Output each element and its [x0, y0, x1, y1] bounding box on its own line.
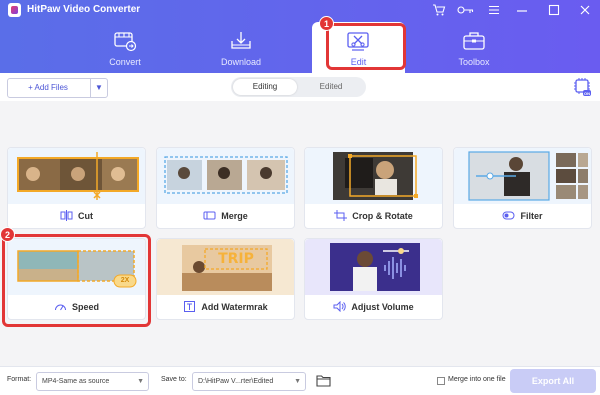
crop-preview	[333, 152, 418, 200]
merge-label-text: Merge	[221, 211, 248, 221]
crop-icon	[334, 210, 348, 221]
add-files-label[interactable]: + Add Files	[8, 79, 88, 97]
tab-convert[interactable]: Convert	[77, 22, 173, 73]
save-to-select[interactable]: D:\HitPaw V...rter\Edited ▼	[192, 372, 306, 391]
volume-label-text: Adjust Volume	[351, 302, 414, 312]
tab-convert-label: Convert	[109, 57, 141, 67]
menu-icon[interactable]	[487, 3, 501, 17]
volume-label: Adjust Volume	[305, 301, 442, 315]
annotation-badge-2: 2	[0, 227, 15, 242]
watermark-thumbnail: TRIP	[157, 239, 294, 295]
convert-icon	[114, 32, 137, 52]
crop-rotate-label: Crop & Rotate	[305, 210, 442, 224]
cut-preview	[17, 152, 139, 200]
minimize-icon[interactable]	[515, 3, 529, 17]
crop-rotate-card[interactable]: Crop & Rotate	[304, 147, 443, 229]
chevron-down-icon: ▼	[137, 378, 144, 385]
title-bar: HitPaw Video Converter Convert Download	[0, 0, 600, 73]
export-all-button[interactable]: Export All	[510, 369, 596, 393]
tab-download-label: Download	[220, 57, 262, 67]
crop-label-text: Crop & Rotate	[352, 211, 413, 221]
chevron-down-icon: ▼	[294, 378, 301, 385]
format-value: MP4-Same as source	[42, 378, 110, 385]
filter-card[interactable]: Filter	[453, 147, 592, 229]
annotation-badge-1: 1	[319, 16, 334, 31]
format-label: Format:	[7, 376, 32, 383]
cart-icon[interactable]	[432, 3, 446, 17]
filter-label: Filter	[454, 210, 591, 224]
filter-icon	[502, 211, 515, 220]
close-icon[interactable]	[578, 3, 592, 17]
filter-label-text: Filter	[520, 211, 543, 221]
watermark-label-text: Add Watermrak	[201, 302, 268, 312]
app-window: HitPaw Video Converter Convert Download	[0, 0, 600, 395]
crop-thumbnail	[305, 148, 442, 204]
chevron-down-icon[interactable]: ▼	[91, 79, 107, 97]
maximize-icon[interactable]	[547, 3, 561, 17]
download-icon	[231, 32, 251, 49]
watermark-text: TRIP	[218, 251, 254, 267]
volume-card[interactable]: Adjust Volume	[304, 238, 443, 320]
cut-thumbnail	[8, 148, 145, 204]
edit-tab-highlight	[326, 23, 406, 70]
key-icon[interactable]	[457, 3, 475, 17]
filter-thumbnail	[454, 148, 591, 204]
merge-checkbox[interactable]	[437, 377, 445, 385]
svg-text:ON: ON	[584, 91, 590, 96]
add-files-button[interactable]: + Add Files ▼	[7, 78, 108, 98]
app-logo	[8, 3, 21, 17]
cut-card[interactable]: Cut	[7, 147, 146, 229]
toolbar: + Add Files ▼ Editing Edited ON	[0, 73, 600, 101]
save-to-value: D:\HitPaw V...rter\Edited	[198, 378, 274, 385]
volume-icon	[333, 301, 346, 312]
merge-preview	[164, 156, 288, 194]
volume-thumbnail	[305, 239, 442, 295]
watermark-icon	[184, 301, 196, 312]
merge-label: Merge into one file	[448, 376, 506, 383]
app-title: HitPaw Video Converter	[27, 4, 141, 15]
cut-label: Cut	[8, 210, 145, 224]
folder-icon[interactable]	[316, 374, 331, 387]
tab-toolbox-label: Toolbox	[458, 57, 490, 67]
cut-icon	[60, 210, 73, 221]
tab-download[interactable]: Download	[193, 22, 289, 73]
volume-preview	[330, 243, 420, 291]
segment-edited[interactable]: Edited	[299, 79, 363, 95]
merge-icon	[203, 211, 216, 220]
edit-status-toggle: Editing Edited	[231, 77, 366, 97]
speed-card-highlight	[2, 234, 151, 327]
hardware-acceleration-icon[interactable]: ON	[573, 77, 591, 97]
merge-label: Merge	[157, 210, 294, 224]
toolbox-icon	[463, 32, 485, 50]
format-select[interactable]: MP4-Same as source ▼	[36, 372, 149, 391]
merge-thumbnail	[157, 148, 294, 204]
tab-toolbox[interactable]: Toolbox	[426, 22, 522, 73]
watermark-label: Add Watermrak	[157, 301, 294, 315]
save-to-label: Save to:	[161, 376, 187, 383]
watermark-card[interactable]: TRIP Add Watermrak	[156, 238, 295, 320]
cut-label-text: Cut	[78, 211, 93, 221]
filter-preview	[468, 151, 588, 201]
merge-card[interactable]: Merge	[156, 147, 295, 229]
segment-editing[interactable]: Editing	[233, 79, 297, 95]
